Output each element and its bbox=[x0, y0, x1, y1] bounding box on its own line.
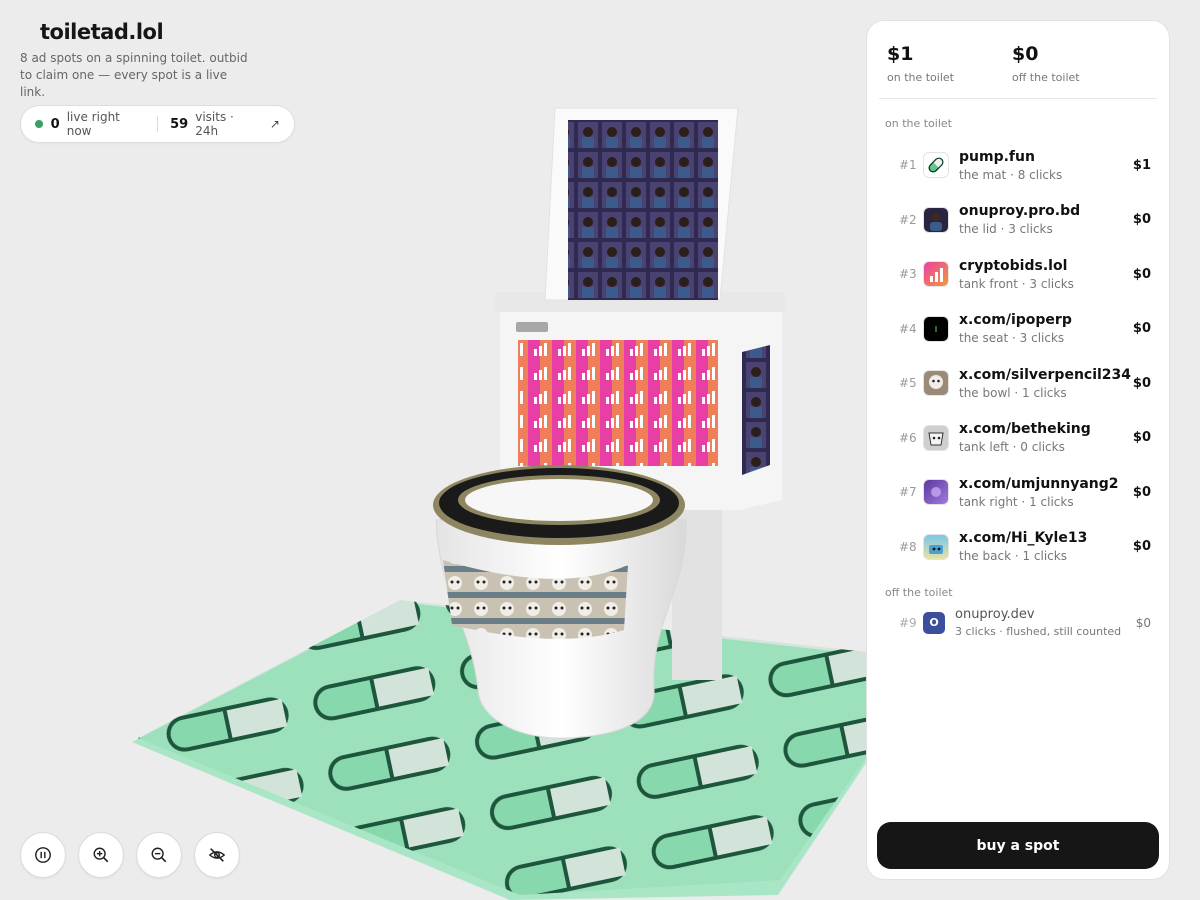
spot-item[interactable]: #1 pump.fun the mat · 8 clicks $1 bbox=[867, 138, 1169, 193]
eye-off-icon bbox=[208, 848, 226, 862]
on-toilet-total: $1 on the toilet bbox=[887, 43, 1012, 84]
mascot-avatar-icon bbox=[923, 424, 949, 451]
on-toilet-label: on the toilet bbox=[887, 71, 954, 84]
spot-meta: the lid · 3 clicks bbox=[959, 222, 1053, 237]
spot-meta: tank front · 3 clicks bbox=[959, 276, 1074, 291]
spot-name[interactable]: pump.fun bbox=[959, 149, 1133, 165]
live-label: live right now bbox=[66, 110, 120, 138]
pause-icon bbox=[35, 847, 51, 863]
puppy-avatar-icon bbox=[923, 370, 949, 397]
off-spot-item[interactable]: #9 O onuproy.dev 3 clicks · flushed, sti… bbox=[867, 599, 1169, 638]
visits-label: visits · 24h bbox=[195, 110, 234, 138]
buy-spot-button[interactable]: buy a spot bbox=[877, 822, 1159, 869]
spot-price: $0 bbox=[1132, 375, 1151, 391]
scene-controls bbox=[20, 832, 240, 878]
zoom-in-icon bbox=[93, 847, 109, 863]
spot-list: #1 pump.fun the mat · 8 clicks $1 #2 onu… bbox=[867, 138, 1169, 574]
spot-item[interactable]: #2 onuproy.pro.bd the lid · 3 clicks $0 bbox=[867, 193, 1169, 248]
spot-name[interactable]: onuproy.pro.bd bbox=[959, 203, 1133, 219]
live-dot-icon bbox=[35, 120, 43, 128]
spot-name[interactable]: x.com/Hi_Kyle13 bbox=[959, 530, 1133, 546]
spot-meta: tank right · 1 clicks bbox=[959, 494, 1074, 509]
spot-price: $0 bbox=[1132, 212, 1151, 228]
off-toilet-label: off the toilet bbox=[1012, 71, 1080, 84]
purple-avatar-icon bbox=[923, 479, 949, 506]
spot-rank: #4 bbox=[899, 321, 917, 336]
spot-rank: #8 bbox=[899, 539, 917, 554]
spot-meta: the seat · 3 clicks bbox=[959, 331, 1065, 346]
spot-item[interactable]: #3 cryptobids.lol tank front · 3 clicks … bbox=[867, 247, 1169, 302]
zoom-out-button[interactable] bbox=[136, 832, 182, 878]
off-toilet-total: $0 off the toilet bbox=[1012, 43, 1137, 84]
spot-price: $0 bbox=[1132, 321, 1151, 337]
leaderboard-panel: $1 on the toilet $0 off the toilet on th… bbox=[866, 20, 1170, 880]
zoom-out-icon bbox=[151, 847, 167, 863]
external-arrow-icon[interactable]: ↗ bbox=[270, 117, 280, 131]
spot-item[interactable]: #7 x.com/umjunnyang2 tank right · 1 clic… bbox=[867, 465, 1169, 520]
initial-avatar-icon: O bbox=[923, 611, 945, 634]
totals-row: $1 on the toilet $0 off the toilet bbox=[879, 21, 1157, 99]
spot-item[interactable]: #5 x.com/silverpencil234 the bowl · 1 cl… bbox=[867, 356, 1169, 411]
spot-price: $1 bbox=[1132, 157, 1151, 173]
brand-header: toiletad.lol 8 ad spots on a spinning to… bbox=[20, 20, 250, 101]
spot-meta: the bowl · 1 clicks bbox=[959, 385, 1067, 400]
on-toilet-section-label: on the toilet bbox=[885, 117, 952, 130]
spot-rank: #1 bbox=[899, 158, 917, 173]
zoom-in-button[interactable] bbox=[78, 832, 124, 878]
pill-divider bbox=[157, 116, 159, 132]
spot-item[interactable]: #8 x.com/Hi_Kyle13 the back · 1 clicks $… bbox=[867, 520, 1169, 575]
off-toilet-section-label: off the toilet bbox=[885, 586, 953, 599]
sky-avatar-icon bbox=[923, 533, 949, 560]
pill-logo-icon bbox=[923, 152, 949, 179]
spot-rank: #7 bbox=[899, 485, 917, 500]
spot-rank: #2 bbox=[899, 212, 917, 227]
spot-meta: the back · 1 clicks bbox=[959, 549, 1067, 564]
spot-name[interactable]: x.com/betheking bbox=[959, 421, 1133, 437]
pause-button[interactable] bbox=[20, 832, 66, 878]
on-toilet-value: $1 bbox=[887, 43, 914, 65]
spot-name[interactable]: x.com/silverpencil234 bbox=[959, 367, 1133, 383]
spot-rank: #9 bbox=[899, 615, 917, 630]
site-title[interactable]: toiletad.lol bbox=[20, 20, 250, 44]
hide-ui-button[interactable] bbox=[194, 832, 240, 878]
spot-name[interactable]: onuproy.dev bbox=[955, 607, 1136, 622]
bar-chart-logo-icon bbox=[923, 261, 949, 288]
visits-count: 59 bbox=[170, 116, 189, 132]
spot-name[interactable]: x.com/umjunnyang2 bbox=[959, 476, 1133, 492]
spot-price: $0 bbox=[1132, 430, 1151, 446]
dark-logo-icon bbox=[923, 315, 949, 342]
spot-name[interactable]: cryptobids.lol bbox=[959, 258, 1133, 274]
portrait-avatar-icon bbox=[923, 206, 949, 233]
stats-pill[interactable]: 0 live right now 59 visits · 24h ↗ bbox=[20, 105, 295, 143]
off-toilet-value: $0 bbox=[1012, 43, 1039, 65]
spot-meta: tank left · 0 clicks bbox=[959, 440, 1065, 455]
live-count: 0 bbox=[50, 116, 60, 132]
spot-rank: #5 bbox=[899, 376, 917, 391]
spot-name[interactable]: x.com/ipoperp bbox=[959, 312, 1133, 328]
spot-item[interactable]: #4 x.com/ipoperp the seat · 3 clicks $0 bbox=[867, 302, 1169, 357]
spot-rank: #6 bbox=[899, 430, 917, 445]
site-tagline: 8 ad spots on a spinning toilet. outbid … bbox=[20, 51, 248, 99]
spot-price: $0 bbox=[1132, 484, 1151, 500]
spot-meta: 3 clicks · flushed, still counted bbox=[955, 625, 1122, 638]
spot-price: $0 bbox=[1132, 539, 1151, 555]
spot-price: $0 bbox=[1135, 615, 1151, 630]
spot-meta: the mat · 8 clicks bbox=[959, 167, 1063, 182]
spot-item[interactable]: #6 x.com/betheking tank left · 0 clicks … bbox=[867, 411, 1169, 466]
spot-rank: #3 bbox=[899, 267, 917, 282]
spot-price: $0 bbox=[1132, 266, 1151, 282]
